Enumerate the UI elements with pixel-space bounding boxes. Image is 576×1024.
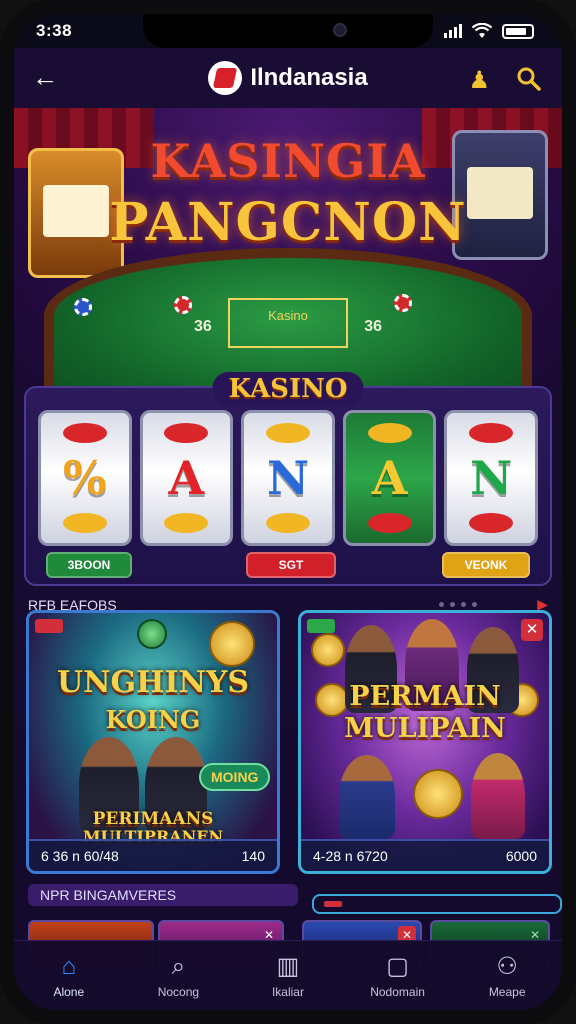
- card-subtitle-line1: PERIMAANS: [92, 809, 214, 829]
- game-card[interactable]: ✕ PERMAIN MULIPAIN 4-28 n 6720 6000: [298, 610, 552, 874]
- card-title-line1: PERMAIN: [349, 681, 501, 712]
- reel[interactable]: N: [444, 410, 538, 546]
- reel[interactable]: A: [139, 410, 234, 546]
- hero-title-line2: PANGCNON: [109, 192, 467, 253]
- chip-icon: [174, 296, 192, 314]
- game-card[interactable]: UNGHINYS KOING MOING PERIMAANS MULTIPRAN…: [26, 610, 280, 874]
- coin-icon: [209, 621, 255, 667]
- carousel-dots[interactable]: [439, 602, 478, 607]
- section-header: NPR BINGAMVERES: [28, 884, 298, 906]
- nav-label: Nocong: [157, 984, 200, 999]
- bottom-nav: ⌂ Alone ⌕ Nocong ▥ Ikaliar ▢ Nodomain ⚇ …: [14, 940, 562, 1010]
- chart-icon: ▥: [276, 952, 300, 980]
- nav-item-profile[interactable]: ⚇ Meape: [462, 953, 552, 999]
- chip-stack-icon: [137, 619, 167, 649]
- card-footer: 4-28 n 6720 6000: [301, 839, 549, 871]
- table-right-number: 36: [364, 318, 382, 335]
- nav-label: Nodomain: [370, 984, 425, 999]
- hero-title-line1: KASINGIA: [150, 134, 426, 188]
- filter-pill[interactable]: [312, 894, 562, 914]
- back-arrow-icon[interactable]: ←: [32, 64, 58, 90]
- nav-label: Ikaliar: [271, 984, 304, 999]
- card-footer: 6 36 n 60/48 140: [29, 839, 277, 871]
- notch: [143, 14, 433, 48]
- coin-icon: [311, 633, 345, 667]
- app-header: ← Ilndanasia ♟: [14, 48, 562, 108]
- kasino-label: KASINO: [212, 372, 364, 406]
- kasino-slot-panel: KASINO % A N A N 3BOON SGT VEONK: [24, 372, 552, 586]
- system-icons: [444, 23, 534, 39]
- card-title-line1: UNGHINYS: [56, 665, 250, 700]
- battery-icon: [502, 23, 534, 39]
- table-left-number: 36: [194, 318, 212, 335]
- reel-symbol: A: [371, 451, 408, 505]
- close-icon[interactable]: ✕: [521, 619, 543, 641]
- reel[interactable]: %: [38, 410, 132, 546]
- home-icon: ⌂: [61, 952, 77, 980]
- screen: 3:38 ← Ilndanasia ♟ Kasino 36 36 KASINGI…: [14, 14, 562, 1010]
- kasino-button-left[interactable]: 3BOON: [46, 552, 132, 578]
- search-icon: ⌕: [171, 952, 186, 980]
- camera: [333, 23, 347, 37]
- reel-symbol: N: [470, 451, 513, 505]
- badge-tag: [35, 619, 63, 633]
- section-title: NPR BINGAMVERES: [40, 887, 177, 903]
- nav-item-chart[interactable]: ▥ Ikaliar: [243, 953, 333, 999]
- search-icon[interactable]: [516, 66, 542, 92]
- table-mark: Kasino: [228, 298, 348, 348]
- status-time: 3:38: [36, 21, 73, 40]
- reel[interactable]: A: [342, 410, 437, 546]
- tablet-icon: ▢: [386, 952, 409, 980]
- hero-banner[interactable]: Kasino 36 36 KASINGIA PANGCNON: [14, 108, 562, 388]
- chip-icon: [394, 294, 412, 312]
- signal-icon: [444, 24, 462, 38]
- player-figure: [339, 755, 395, 839]
- card-footer-right: 140: [241, 848, 265, 864]
- brand[interactable]: Ilndanasia: [208, 61, 368, 95]
- bell-icon[interactable]: ♟: [468, 66, 490, 95]
- kasino-button-right[interactable]: VEONK: [442, 552, 530, 578]
- card-footer-right: 6000: [505, 848, 537, 864]
- phone-frame: 3:38 ← Ilndanasia ♟ Kasino 36 36 KASINGI…: [0, 0, 576, 1024]
- reels: % A N A N: [38, 410, 538, 546]
- reel-symbol: %: [62, 451, 107, 505]
- card-title-line2: MULIPAIN: [344, 713, 506, 744]
- nav-item-tablet[interactable]: ▢ Nodomain: [353, 953, 443, 999]
- card-footer-left: 6 36 n 60/48: [41, 848, 119, 864]
- coin-pile-icon: [413, 769, 463, 819]
- nav-label: Alone: [53, 984, 85, 999]
- card-footer-left: 4-28 n 6720: [313, 848, 388, 864]
- reel[interactable]: N: [241, 410, 335, 546]
- player-figure: [471, 753, 525, 839]
- reel-symbol: A: [168, 451, 205, 505]
- brand-logo-icon: [208, 61, 243, 95]
- badge-tag: [307, 619, 335, 633]
- card-title-line2: KOING: [105, 705, 201, 734]
- poker-table: Kasino 36 36: [44, 248, 532, 388]
- nav-item-search[interactable]: ⌕ Nocong: [133, 953, 223, 999]
- nav-item-home[interactable]: ⌂ Alone: [24, 953, 114, 999]
- wifi-icon: [472, 23, 492, 38]
- brand-name: Ilndanasia: [250, 64, 368, 91]
- kasino-button-center[interactable]: SGT: [246, 552, 336, 578]
- nav-label: Meape: [488, 984, 526, 999]
- reel-symbol: N: [266, 451, 309, 505]
- profile-icon: ⚇: [496, 952, 518, 980]
- status-bar: 3:38: [14, 14, 562, 48]
- card-badge: MOING: [199, 763, 271, 791]
- chip-icon: [74, 298, 92, 316]
